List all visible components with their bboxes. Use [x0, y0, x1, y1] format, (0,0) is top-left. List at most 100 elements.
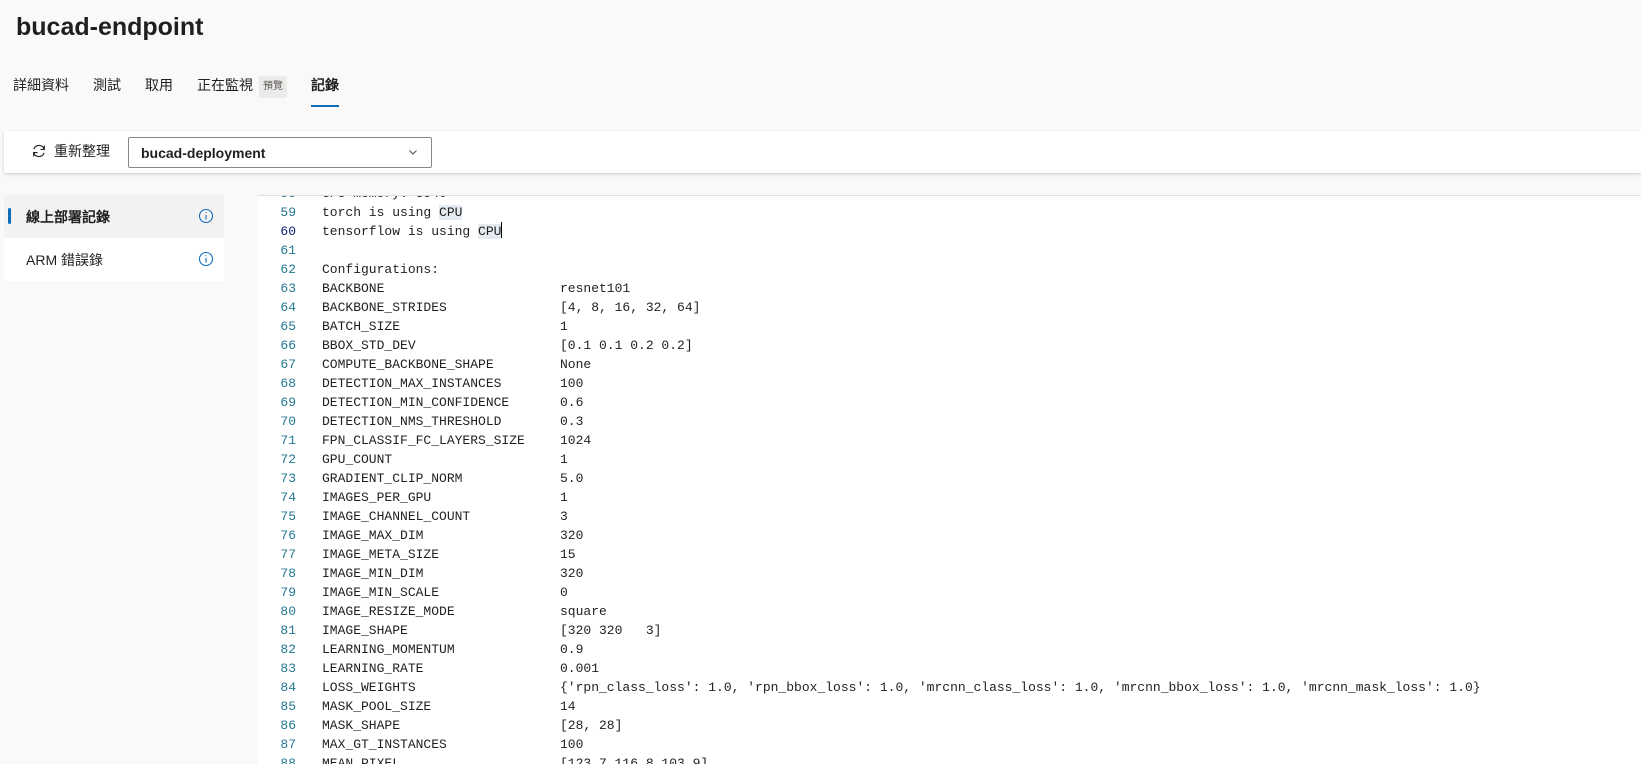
log-line: 69 DETECTION_MIN_CONFIDENCE 0.6 [258, 393, 1481, 412]
line-number: 77 [280, 547, 296, 562]
config-key: IMAGE_CHANNEL_COUNT [322, 509, 471, 524]
line-number: 78 [280, 566, 296, 581]
config-key: IMAGE_MIN_DIM [322, 566, 424, 581]
config-value: 14 [560, 699, 576, 714]
log-line: 63 BACKBONE resnet101 [258, 279, 1481, 298]
tab-logs[interactable]: 記錄 [311, 75, 339, 107]
log-line: 65 BATCH_SIZE 1 [258, 317, 1481, 336]
info-icon[interactable] [198, 251, 214, 267]
log-line: 64 BACKBONE_STRIDES [4, 8, 16, 32, 64] [258, 298, 1481, 317]
config-value: square [560, 604, 607, 619]
log-line: 62 Configurations: [258, 260, 1481, 279]
log-line: 84 LOSS_WEIGHTS {'rpn_class_loss': 1.0, 'r… [258, 678, 1481, 697]
config-key: IMAGE_RESIZE_MODE [322, 604, 455, 619]
config-key: LEARNING_RATE [322, 661, 424, 676]
config-key: DETECTION_MAX_INSTANCES [322, 376, 502, 391]
line-number: 75 [280, 509, 296, 524]
config-key: IMAGE_MIN_SCALE [322, 585, 440, 600]
line-number: 73 [280, 471, 296, 486]
log-line: 58 GPU memory: 3540 [258, 195, 1481, 203]
tab-details[interactable]: 詳細資料 [13, 75, 69, 107]
line-number: 64 [280, 300, 296, 315]
config-value: 100 [560, 376, 584, 391]
refresh-button[interactable]: 重新整理 [30, 141, 110, 161]
line-number: 82 [280, 642, 296, 657]
config-key: MASK_SHAPE [322, 718, 401, 733]
log-line: 71 FPN_CLASSIF_FC_LAYERS_SIZE 1024 [258, 431, 1481, 450]
log-text: torch is using CPU [322, 203, 463, 222]
config-value: 3 [560, 509, 568, 524]
config-value: [4, 8, 16, 32, 64] [560, 300, 701, 315]
page-title: bucad-endpoint [16, 13, 204, 41]
line-number: 88 [280, 756, 296, 764]
log-line: 61 [258, 241, 1481, 260]
line-number: 66 [280, 338, 296, 353]
line-number: 72 [280, 452, 296, 467]
config-value: 1 [560, 452, 568, 467]
tab-test[interactable]: 測試 [93, 75, 121, 107]
log-line: 72 GPU_COUNT 1 [258, 450, 1481, 469]
log-text: tensorflow is using CPU [322, 222, 503, 241]
config-value: 1024 [560, 433, 592, 448]
toolbar: 重新整理 bucad-deployment [4, 131, 1641, 173]
line-number: 79 [280, 585, 296, 600]
log-line: 66 BBOX_STD_DEV [0.1 0.1 0.2 0.2] [258, 336, 1481, 355]
log-line: 68 DETECTION_MAX_INSTANCES 100 [258, 374, 1481, 393]
tab-label: 詳細資料 [13, 77, 69, 93]
config-value: {'rpn_class_loss': 1.0, 'rpn_bbox_loss':… [560, 680, 1481, 695]
log-line: 82 LEARNING_MOMENTUM 0.9 [258, 640, 1481, 659]
config-key: DETECTION_MIN_CONFIDENCE [322, 395, 510, 410]
line-number: 67 [280, 357, 296, 372]
config-value: [320 320 3] [560, 623, 662, 638]
line-number: 87 [280, 737, 296, 752]
config-key: GPU_COUNT [322, 452, 393, 467]
info-icon[interactable] [198, 208, 214, 224]
line-number: 59 [280, 205, 296, 220]
config-key: MEAN_PIXEL [322, 756, 401, 764]
line-number: 80 [280, 604, 296, 619]
chevron-down-icon [409, 150, 417, 155]
config-value: [123.7 116.8 103.9] [560, 756, 709, 764]
nav-online-deployment-logs[interactable]: 線上部署記錄 [4, 195, 224, 238]
refresh-label: 重新整理 [54, 143, 110, 159]
config-value: 0.3 [560, 414, 584, 429]
config-key: BBOX_STD_DEV [322, 338, 416, 353]
log-line: 81 IMAGE_SHAPE [320 320 3] [258, 621, 1481, 640]
config-key: IMAGE_MAX_DIM [322, 528, 424, 543]
tab-monitoring[interactable]: 正在監視 預覽 [197, 75, 287, 107]
deployment-dropdown[interactable]: bucad-deployment [128, 137, 432, 168]
config-key: LOSS_WEIGHTS [322, 680, 416, 695]
deployment-selected-value: bucad-deployment [141, 144, 266, 161]
tab-label: 取用 [145, 77, 173, 93]
config-key: IMAGE_SHAPE [322, 623, 408, 638]
log-line: 77 IMAGE_META_SIZE 15 [258, 545, 1481, 564]
log-line: 67 COMPUTE_BACKBONE_SHAPE None [258, 355, 1481, 374]
config-value: [28, 28] [560, 718, 623, 733]
log-line: 75 IMAGE_CHANNEL_COUNT 3 [258, 507, 1481, 526]
line-number: 63 [280, 281, 296, 296]
line-number: 69 [280, 395, 296, 410]
tab-bar: 詳細資料 測試 取用 正在監視 預覽 記錄 [13, 75, 363, 107]
config-key: FPN_CLASSIF_FC_LAYERS_SIZE [322, 433, 525, 448]
config-value: 0.6 [560, 395, 584, 410]
highlighted-match: CPU [439, 205, 463, 220]
config-value: 320 [560, 566, 584, 581]
config-key: COMPUTE_BACKBONE_SHAPE [322, 357, 494, 372]
line-number: 76 [280, 528, 296, 543]
config-value: 5.0 [560, 471, 584, 486]
line-number: 81 [280, 623, 296, 638]
nav-arm-error-logs[interactable]: ARM 錯誤錄 [4, 238, 224, 281]
log-line: 60 tensorflow is using CPU [258, 222, 1481, 241]
line-number: 62 [280, 262, 296, 277]
log-line: 86 MASK_SHAPE [28, 28] [258, 716, 1481, 735]
refresh-icon [33, 144, 45, 158]
tab-consume[interactable]: 取用 [145, 75, 173, 107]
config-value: 1 [560, 490, 568, 505]
nav-item-label: ARM 錯誤錄 [26, 251, 103, 268]
log-viewer[interactable]: 58GPU memory: 3540 59 torch is using CPU60… [258, 195, 1641, 764]
config-key: DETECTION_NMS_THRESHOLD [322, 414, 502, 429]
log-line: 83 LEARNING_RATE 0.001 [258, 659, 1481, 678]
config-key: BACKBONE_STRIDES [322, 300, 447, 315]
log-line: 73 GRADIENT_CLIP_NORM 5.0 [258, 469, 1481, 488]
config-value: 100 [560, 737, 584, 752]
